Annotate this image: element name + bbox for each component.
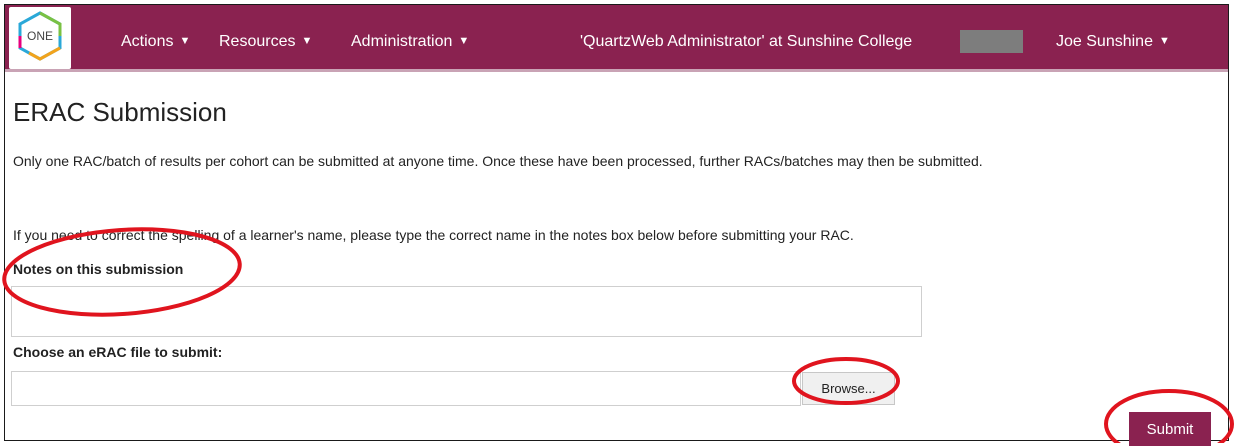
caret-down-icon: ▼ (1158, 35, 1170, 47)
caret-down-icon: ▼ (179, 35, 191, 47)
notes-textarea[interactable] (11, 286, 922, 337)
spelling-note-paragraph: If you need to correct the spelling of a… (13, 227, 854, 243)
nav-actions[interactable]: Actions ▼ (121, 33, 190, 51)
caret-down-icon: ▼ (301, 35, 313, 47)
nav-resources[interactable]: Resources ▼ (219, 33, 312, 51)
notes-label: Notes on this submission (13, 261, 184, 277)
nav-actions-label: Actions (121, 33, 174, 50)
logo-icon: ONE (18, 11, 62, 61)
nav-administration-label: Administration (351, 33, 453, 50)
top-navbar: ONE Actions ▼ Resources ▼ Administration ▼ … (5, 5, 1228, 72)
logo-text: ONE (27, 29, 53, 43)
app-window: ONE Actions ▼ Resources ▼ Administration ▼ … (4, 4, 1229, 446)
page-title: ERAC Submission (13, 97, 227, 127)
redacted-box (960, 30, 1023, 53)
browse-button[interactable]: Browse... (802, 372, 895, 405)
nav-resources-label: Resources (219, 33, 296, 50)
user-menu[interactable]: Joe Sunshine ▼ (1056, 33, 1170, 51)
file-path-field[interactable] (11, 371, 801, 406)
file-label: Choose an eRAC file to submit: (13, 344, 223, 360)
context-label: 'QuartzWeb Administrator' at Sunshine Co… (580, 33, 913, 50)
user-name: Joe Sunshine (1056, 33, 1153, 50)
nav-administration[interactable]: Administration ▼ (351, 33, 469, 51)
submit-button[interactable]: Submit (1129, 412, 1211, 446)
one-logo[interactable]: ONE (9, 7, 71, 69)
caret-down-icon: ▼ (458, 35, 470, 47)
intro-paragraph: Only one RAC/batch of results per cohort… (13, 153, 983, 169)
